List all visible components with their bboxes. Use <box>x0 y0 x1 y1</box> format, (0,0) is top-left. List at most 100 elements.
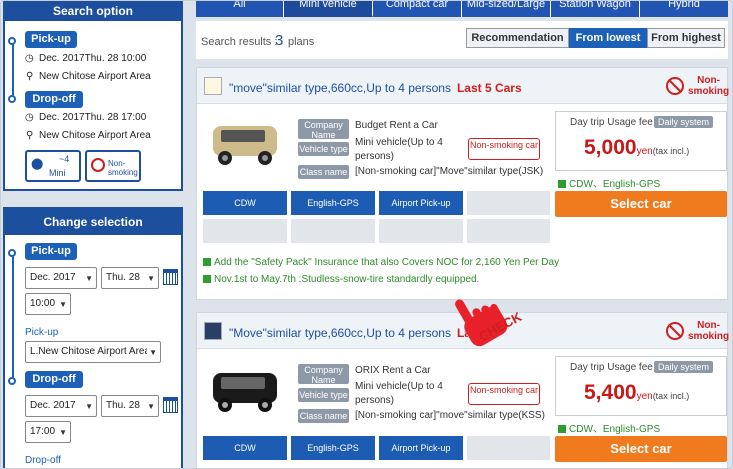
search-option-title: Search option <box>5 1 181 21</box>
daily-system-badge: Daily system <box>654 116 714 128</box>
filter-mini-label: Mini <box>49 168 66 178</box>
search-option-panel: Search option Pick-up ◷ Dec. 2017Thu. 28… <box>3 1 183 191</box>
no-smoking-icon <box>666 322 684 340</box>
tab-hybrid[interactable]: Hybrid <box>640 1 728 17</box>
dropoff-day-select[interactable]: Thu. 28 ▼ <box>101 395 159 417</box>
orix-logo-icon <box>204 322 222 340</box>
chevron-down-icon: ▼ <box>147 348 157 357</box>
class-name: [Non-smoking car]"move"similar type(KSS) <box>355 410 545 421</box>
no-smoking-icon <box>91 158 105 172</box>
select-car-button[interactable]: Select car <box>555 436 727 462</box>
category-tabs: All Mini vehicle Compact car Mid-sized/L… <box>196 1 728 17</box>
non-smoking-indicator: Non-smoking <box>666 75 729 101</box>
dropoff-place-label: Drop-off <box>25 455 61 466</box>
timeline-dot <box>8 95 16 103</box>
pickup-place-label: Pick-up <box>25 327 59 338</box>
class-name-label: Class name <box>298 409 349 423</box>
vehicle-type-label: Vehicle type <box>298 388 349 402</box>
option-cdw: CDW <box>203 436 287 460</box>
vehicle-type: Mini vehicle(Up to 4 persons) <box>355 381 443 406</box>
car-image <box>213 373 277 412</box>
option-cdw: CDW <box>203 191 287 215</box>
class-name-label: Class name <box>298 165 349 179</box>
sort-highest-button[interactable]: From highest <box>647 28 725 48</box>
tab-mini-vehicle[interactable]: Mini vehicle <box>284 1 373 17</box>
timeline-dot <box>8 37 16 45</box>
budget-logo-icon <box>204 77 222 95</box>
dropoff-datetime: Dec. 2017Thu. 28 17:00 <box>39 112 147 123</box>
no-smoking-icon <box>666 77 684 95</box>
fee-label: Day trip Usage fee <box>570 117 653 128</box>
filter-mini-chip[interactable]: ⬤ ~4 Mini <box>25 150 81 182</box>
plan-card: "move"similar type,660cc,Up to 4 persons… <box>196 67 729 300</box>
plan-title: "move"similar type,660cc,Up to 4 persons… <box>229 81 522 95</box>
dropoff-month-select[interactable]: Dec. 2017 ▼ <box>25 395 97 417</box>
company-name: Budget Rent a Car <box>355 120 438 131</box>
select-car-button[interactable]: Select car <box>555 191 727 217</box>
dropoff-location: New Chitose Airport Area <box>39 130 151 141</box>
timeline-dot <box>8 249 16 257</box>
pickup-datetime: Dec. 2017Thu. 28 10:00 <box>39 53 147 64</box>
clock-icon: ◷ <box>25 112 34 123</box>
change-selection-title: Change selection <box>5 209 181 235</box>
filter-nonsmoking-chip[interactable]: Non-smoking <box>85 150 141 182</box>
calendar-icon[interactable] <box>163 269 178 285</box>
chevron-down-icon: ▼ <box>59 428 67 437</box>
plan-title: "Move"similar type,660cc,Up to 4 persons… <box>229 326 471 340</box>
car-icon: ⬤ <box>31 158 44 170</box>
chevron-down-icon: ▼ <box>147 274 155 283</box>
cs-dropoff-pill: Drop-off <box>25 371 83 388</box>
pickup-month-select[interactable]: Dec. 2017 ▼ <box>25 267 97 289</box>
filter-mini-cap: ~4 <box>59 154 70 164</box>
option-english-gps: English-GPS <box>291 191 375 215</box>
price: 5,400yen(tax incl.) <box>584 381 690 404</box>
included-options: CDW、English-GPS <box>558 175 660 190</box>
pickup-place-select[interactable]: L.New Chitose Airport Area ▼ <box>25 341 161 363</box>
chevron-down-icon: ▼ <box>85 402 93 411</box>
tab-station-wagon[interactable]: Station Wagon <box>551 1 640 17</box>
pickup-time-select[interactable]: 10:00 ▼ <box>25 293 71 315</box>
timeline-line <box>12 41 14 99</box>
plan-card-header: "move"similar type,660cc,Up to 4 persons… <box>197 68 729 104</box>
option-empty <box>467 219 550 243</box>
company-name: ORIX Rent a Car <box>355 365 431 376</box>
option-empty <box>379 219 463 243</box>
non-smoking-car-badge: Non-smoking car <box>468 383 540 405</box>
fee-box: Day trip Usage fee Daily system 5,000yen… <box>555 111 727 171</box>
fee-label: Day trip Usage fee <box>570 362 653 373</box>
results-unit: plans <box>288 36 315 48</box>
pickup-day-select[interactable]: Thu. 28 ▼ <box>101 267 159 289</box>
chevron-down-icon: ▼ <box>147 402 155 411</box>
option-airport-pickup: Airport Pick-up <box>379 436 463 460</box>
change-selection-panel: Change selection Pick-up Dec. 2017 ▼ Thu.… <box>3 207 183 468</box>
note-snow-tire: Nov.1st to May.7th :Studless-snow-tire s… <box>203 274 479 285</box>
vehicle-type-label: Vehicle type <box>298 142 349 156</box>
car-image <box>213 126 277 165</box>
chevron-down-icon: ▼ <box>59 300 67 309</box>
vehicle-type: Mini vehicle(Up to 4 persons) <box>355 137 443 162</box>
option-empty <box>203 219 287 243</box>
pickup-pill: Pick-up <box>25 31 77 48</box>
page: Search option Pick-up ◷ Dec. 2017Thu. 28… <box>0 0 733 469</box>
sort-recommendation-button[interactable]: Recommendation <box>466 28 569 48</box>
tab-all[interactable]: All <box>196 1 284 17</box>
option-empty <box>467 436 550 460</box>
tab-mid-sized-large[interactable]: Mid-sized/Large <box>462 1 551 17</box>
calendar-icon[interactable] <box>163 397 178 413</box>
price: 5,000yen(tax incl.) <box>584 136 690 159</box>
location-pin-icon: ⚲ <box>26 71 34 82</box>
dropoff-pill: Drop-off <box>25 91 83 108</box>
cs-pickup-pill: Pick-up <box>25 243 77 260</box>
filter-nonsmoking-label: Non-smoking <box>108 159 138 177</box>
timeline-dot <box>8 377 16 385</box>
chevron-down-icon: ▼ <box>85 274 93 283</box>
option-english-gps: English-GPS <box>291 436 375 460</box>
included-options: CDW、English-GPS <box>558 420 660 435</box>
dropoff-time-select[interactable]: 17:00 ▼ <box>25 421 71 443</box>
class-name: [Non-smoking car]"Move"similar type(JSK) <box>355 166 544 177</box>
results-bar: Search results : 3 plans Recommendation … <box>196 21 728 59</box>
tab-compact-car[interactable]: Compact car <box>373 1 462 17</box>
results-count: 3 <box>275 32 284 49</box>
option-airport-pickup: Airport Pick-up <box>379 191 463 215</box>
sort-lowest-button[interactable]: From lowest <box>569 28 647 48</box>
